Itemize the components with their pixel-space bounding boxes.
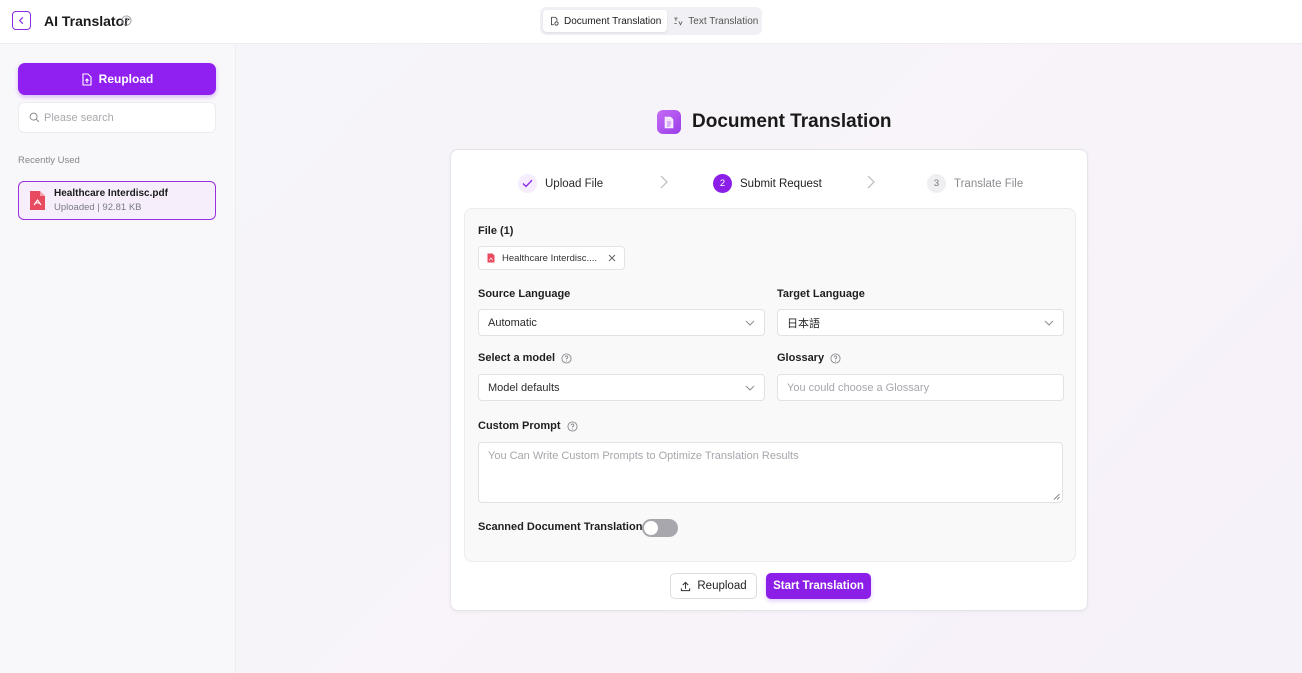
chevron-right-icon (660, 175, 668, 189)
source-language-value: Automatic (488, 316, 537, 329)
model-label-row: Select a model (478, 352, 572, 364)
back-button[interactable] (12, 11, 31, 30)
tab-label: Document Translation (564, 15, 662, 27)
text-translate-icon (674, 17, 683, 26)
file-meta: Uploaded | 92.81 KB (54, 202, 142, 213)
sidebar-reupload-button[interactable]: Reupload (18, 63, 216, 95)
model-select[interactable]: Model defaults (478, 374, 765, 401)
scanned-toggle[interactable] (642, 519, 678, 537)
chevron-down-icon (745, 320, 755, 326)
top-bar: AI Translator Document Translation Text … (0, 0, 1302, 44)
custom-prompt-label-row: Custom Prompt (478, 420, 578, 432)
glossary-label-row: Glossary (777, 352, 841, 364)
custom-prompt-placeholder: You Can Write Custom Prompts to Optimize… (488, 450, 799, 462)
target-language-label: Target Language (777, 288, 865, 300)
scanned-label: Scanned Document Translation (478, 521, 643, 533)
help-icon[interactable] (561, 352, 572, 364)
page-heading: Document Translation (657, 110, 892, 134)
check-icon (518, 174, 537, 193)
search-input[interactable] (44, 111, 204, 124)
start-translation-button[interactable]: Start Translation (766, 573, 871, 599)
sidebar: Reupload Recently Used Healthcare Interd… (0, 44, 236, 673)
file-chip-name: Healthcare Interdisc.... (502, 252, 598, 264)
model-value: Model defaults (488, 381, 560, 394)
recent-file-item[interactable]: Healthcare Interdisc.pdf Uploaded | 92.8… (18, 181, 216, 220)
custom-prompt-textarea[interactable]: You Can Write Custom Prompts to Optimize… (478, 442, 1063, 503)
tab-label: Text Translation (688, 15, 759, 27)
help-icon[interactable] (121, 15, 132, 26)
step-number: 3 (927, 174, 946, 193)
reupload-label: Reupload (98, 72, 154, 86)
search-icon (29, 112, 40, 123)
file-chip: Healthcare Interdisc.... (478, 246, 625, 270)
chevron-down-icon (1044, 320, 1054, 326)
file-status: Uploaded (54, 202, 95, 213)
file-size: 92.81 KB (102, 202, 142, 213)
app-title: AI Translator (44, 13, 130, 29)
tab-text-translation[interactable]: Text Translation (667, 10, 764, 32)
step-label: Translate File (954, 177, 1024, 190)
document-sync-icon (551, 16, 559, 26)
resize-grip-icon[interactable] (1053, 493, 1060, 500)
step-translate-file: 3 Translate File (927, 174, 1023, 193)
chevron-left-icon (18, 16, 24, 25)
chevron-right-icon (867, 175, 875, 189)
help-icon[interactable] (830, 352, 841, 364)
chevron-down-icon (745, 385, 755, 391)
step-label: Upload File (545, 177, 604, 190)
document-icon (657, 110, 681, 134)
target-language-select[interactable]: 日本語 (777, 309, 1064, 336)
file-upload-icon (82, 72, 92, 86)
recently-used-label: Recently Used (18, 155, 80, 166)
file-name: Healthcare Interdisc.pdf (54, 188, 168, 199)
main-content: Document Translation Upload File 2 Submi… (236, 44, 1302, 673)
upload-icon (681, 581, 691, 591)
reupload-button[interactable]: Reupload (670, 573, 757, 599)
custom-prompt-label: Custom Prompt (478, 420, 561, 432)
step-label: Submit Request (740, 177, 822, 190)
close-icon[interactable] (608, 254, 616, 262)
source-language-select[interactable]: Automatic (478, 309, 765, 336)
translation-card: Upload File 2 Submit Request 3 Translate… (450, 149, 1088, 611)
step-upload-file: Upload File (518, 174, 603, 193)
file-count-label: File (1) (478, 225, 514, 237)
glossary-label: Glossary (777, 352, 825, 364)
help-icon[interactable] (566, 420, 578, 432)
pdf-file-icon (487, 253, 495, 263)
target-language-value: 日本語 (787, 317, 820, 330)
mode-switch: Document Translation Text Translation (540, 7, 762, 35)
pdf-file-icon (30, 191, 45, 210)
file-info: Healthcare Interdisc.pdf Uploaded | 92.8… (54, 188, 168, 213)
page-title: Document Translation (692, 111, 892, 132)
model-label: Select a model (478, 352, 556, 364)
tab-document-translation[interactable]: Document Translation (543, 10, 668, 32)
reupload-label: Reupload (697, 580, 747, 592)
toggle-knob (644, 521, 658, 535)
form-panel: File (1) Healthcare Interdisc.... Source… (464, 208, 1076, 562)
glossary-select[interactable]: You could choose a Glossary (777, 374, 1064, 401)
glossary-placeholder: You could choose a Glossary (787, 381, 930, 394)
step-submit-request: 2 Submit Request (713, 174, 822, 193)
step-number: 2 (713, 174, 732, 193)
source-language-label: Source Language (478, 288, 571, 300)
stepper: Upload File 2 Submit Request 3 Translate… (451, 150, 1089, 208)
search-box (18, 102, 216, 133)
